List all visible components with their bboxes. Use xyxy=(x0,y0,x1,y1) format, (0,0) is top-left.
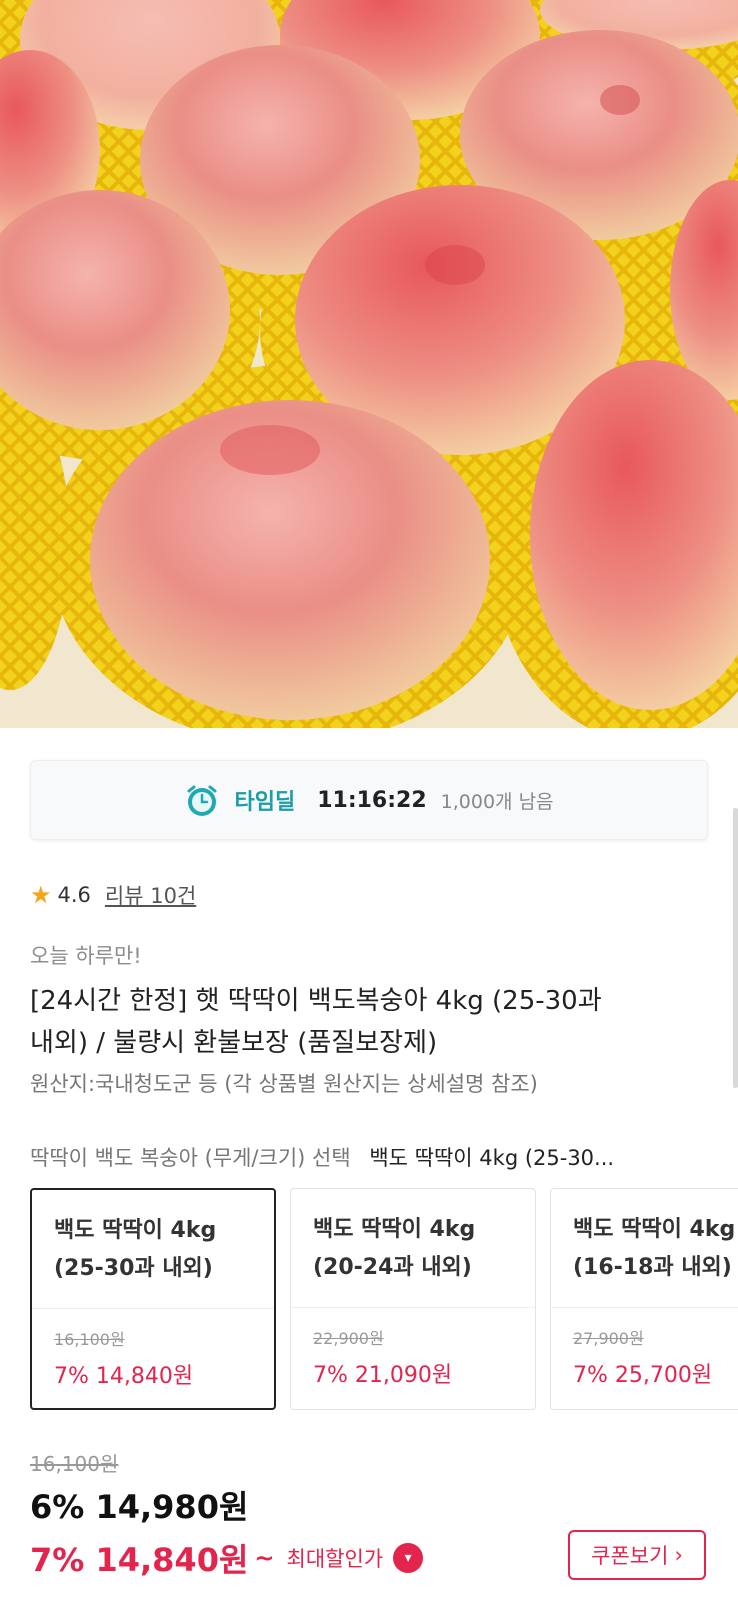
divider xyxy=(291,1307,535,1308)
timedeal-remaining: 1,000개 남음 xyxy=(440,790,554,813)
chevron-down-icon[interactable]: ▾ xyxy=(393,1543,424,1573)
peach-photo xyxy=(0,0,738,728)
rating-row: ★ 4.6 리뷰 10건 xyxy=(30,880,196,910)
chevron-right-icon: › xyxy=(674,1543,683,1567)
option-card-original-price: 27,900원 xyxy=(573,1329,644,1348)
option-label: 딱딱이 백도 복숭아 (무게/크기) 선택 xyxy=(30,1146,351,1170)
max-discount-row[interactable]: 7% 14,840원 ~ 최대할인가 ▾ xyxy=(30,1535,424,1581)
option-card-name: 백도 딱딱이 4kg (25-30과 내외) xyxy=(54,1218,217,1281)
option-card-discount-price: 7% 21,090원 xyxy=(313,1363,453,1388)
option-card-name: 백도 딱딱이 4kg (16-18과 내외) xyxy=(573,1217,736,1280)
product-title-line1: [24시간 한정] 햇 딱딱이 백도복숭아 4kg (25-30과 xyxy=(30,986,602,1016)
star-icon: ★ xyxy=(30,881,52,909)
option-card-original-price: 22,900원 xyxy=(313,1329,384,1348)
price-tilde: ~ xyxy=(254,1544,275,1572)
product-title: [24시간 한정] 햇 딱딱이 백도복숭아 4kg (25-30과 내외) / … xyxy=(30,980,690,1064)
divider xyxy=(551,1307,738,1308)
coupon-button[interactable]: 쿠폰보기 › xyxy=(568,1530,706,1580)
option-card-original-price: 16,100원 xyxy=(54,1330,125,1349)
current-price: 6% 14,980원 xyxy=(30,1488,249,1526)
divider xyxy=(32,1308,274,1309)
promo-text: 오늘 하루만! xyxy=(30,944,142,968)
option-card-name: 백도 딱딱이 4kg (20-24과 내외) xyxy=(313,1217,476,1280)
product-title-line2: 내외) / 불량시 환불보장 (품질보장제) xyxy=(30,1028,438,1058)
option-selector[interactable]: 딱딱이 백도 복숭아 (무게/크기) 선택 백도 딱딱이 4kg (25-30.… xyxy=(30,1142,614,1172)
original-price: 16,100원 xyxy=(30,1452,119,1476)
option-card[interactable]: 백도 딱딱이 4kg (16-18과 내외) 27,900원 7% 25,700… xyxy=(550,1188,738,1410)
option-card-discount-price: 7% 25,700원 xyxy=(573,1363,713,1388)
max-discount-price: 7% 14,840원 xyxy=(30,1541,249,1579)
option-card-discount-price: 7% 14,840원 xyxy=(54,1364,194,1389)
rating-score: 4.6 xyxy=(57,883,91,907)
alarm-clock-icon xyxy=(187,785,217,816)
timedeal-countdown: 11:16:22 xyxy=(317,787,427,813)
timedeal-label: 타임딜 xyxy=(234,790,296,815)
product-image[interactable] xyxy=(0,0,738,728)
option-cards: 백도 딱딱이 4kg (25-30과 내외) 16,100원 7% 14,840… xyxy=(30,1188,738,1414)
product-origin: 원산지:국내청도군 등 (각 상품별 원산지는 상세설명 참조) xyxy=(30,1072,538,1096)
timedeal-banner: 타임딜 11:16:22 1,000개 남음 xyxy=(30,760,708,840)
max-discount-label: 최대할인가 xyxy=(286,1547,384,1571)
scrollbar[interactable] xyxy=(733,808,738,1088)
coupon-button-label: 쿠폰보기 xyxy=(591,1544,669,1568)
option-card[interactable]: 백도 딱딱이 4kg (20-24과 내외) 22,900원 7% 21,090… xyxy=(290,1188,536,1410)
option-card[interactable]: 백도 딱딱이 4kg (25-30과 내외) 16,100원 7% 14,840… xyxy=(30,1188,276,1410)
review-link[interactable]: 리뷰 10건 xyxy=(105,880,196,910)
option-selected-value: 백도 딱딱이 4kg (25-30... xyxy=(369,1146,615,1170)
